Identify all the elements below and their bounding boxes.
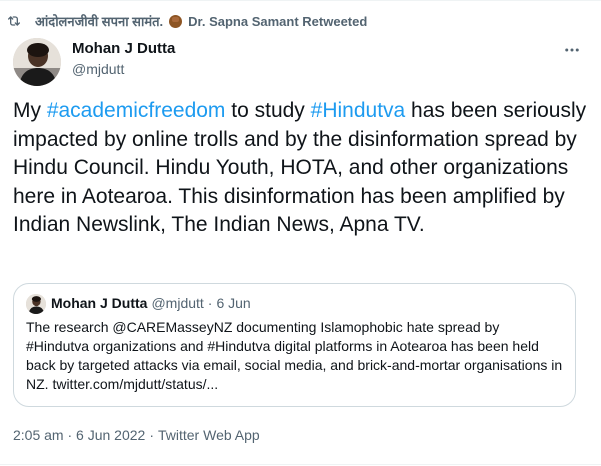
quoted-tweet-date[interactable]: 6 Jun xyxy=(216,295,250,311)
author-handle[interactable]: @mjdutt xyxy=(72,61,124,77)
quoted-author-handle[interactable]: @mjdutt xyxy=(151,295,203,311)
more-options-button[interactable] xyxy=(560,38,584,62)
tweet-text: My #academicfreedom to study #Hindutva h… xyxy=(13,97,593,240)
top-divider xyxy=(0,0,601,1)
hashtag-link[interactable]: #Hindutva xyxy=(311,99,406,122)
retweeted-label[interactable]: Dr. Sapna Samant Retweeted xyxy=(188,14,367,29)
quoted-tweet-text: The research @CAREMasseyNZ documenting I… xyxy=(26,319,563,392)
more-horizontal-icon xyxy=(565,48,579,52)
author-name[interactable]: Mohan J Dutta xyxy=(72,40,175,57)
tweet-source[interactable]: Twitter Web App xyxy=(158,427,260,443)
quoted-tweet-header: Mohan J Dutta @mjdutt · 6 Jun xyxy=(51,295,251,311)
bottom-divider xyxy=(0,464,601,465)
raised-fist-emoji-icon xyxy=(169,14,183,28)
tweet-text-part: to study xyxy=(225,99,311,122)
tweet-meta: 2:05 am · 6 Jun 2022 · Twitter Web App xyxy=(13,427,260,443)
author-avatar[interactable] xyxy=(13,38,61,86)
quoted-author-name[interactable]: Mohan J Dutta xyxy=(51,295,147,311)
separator-dot: · xyxy=(207,295,213,311)
hashtag-link[interactable]: #academicfreedom xyxy=(47,99,226,122)
tweet-timestamp[interactable]: 2:05 am · 6 Jun 2022 xyxy=(13,427,145,443)
quoted-tweet-card[interactable]: Mohan J Dutta @mjdutt · 6 Jun The resear… xyxy=(13,283,576,407)
quoted-author-avatar[interactable] xyxy=(26,294,46,314)
separator-dot: · xyxy=(149,427,154,443)
retweet-icon xyxy=(6,13,22,29)
retweeter-name[interactable]: आंदोलनजीवी सपना सामंत. xyxy=(35,12,163,30)
retweet-context: आंदोलनजीवी सपना सामंत. Dr. Sapna Samant … xyxy=(6,11,367,31)
tweet-text-part: My xyxy=(13,99,47,122)
